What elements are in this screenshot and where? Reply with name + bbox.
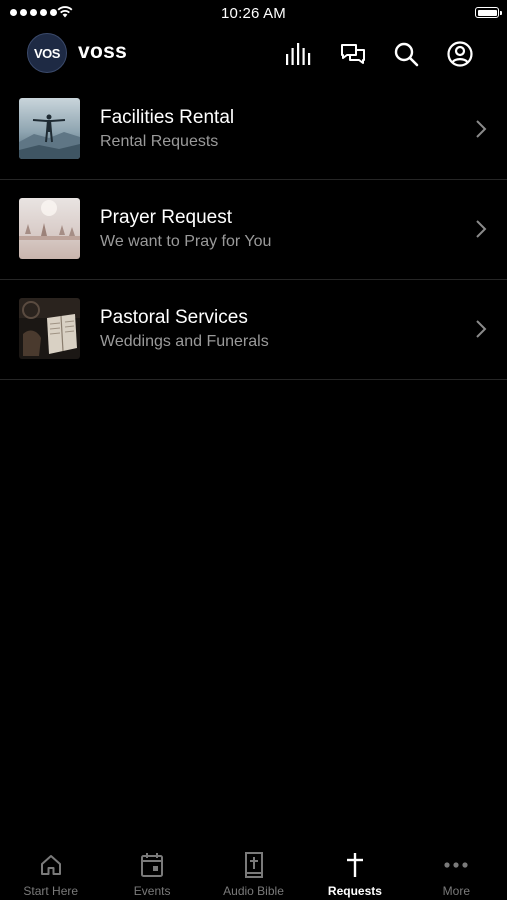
list-item-facilities-rental[interactable]: Facilities Rental Rental Requests bbox=[0, 80, 507, 180]
pastoral-services-thumbnail bbox=[19, 298, 80, 359]
status-time: 10:26 AM bbox=[221, 5, 286, 22]
church-logo[interactable]: VOS bbox=[27, 33, 67, 73]
bottom-tab-bar: Start Here Events Audio Bible Requests M… bbox=[0, 840, 507, 900]
status-bar: 10:26 AM bbox=[0, 0, 507, 28]
requests-list: Facilities Rental Rental Requests Prayer… bbox=[0, 80, 507, 380]
facilities-rental-thumbnail bbox=[19, 98, 80, 159]
search-icon[interactable] bbox=[393, 40, 421, 68]
cross-icon bbox=[345, 852, 365, 878]
calendar-icon bbox=[140, 852, 164, 878]
more-dots-icon bbox=[443, 852, 469, 878]
app-screen: 10:26 AM VOS voss Facilities Rental Rent… bbox=[0, 0, 507, 900]
tab-label: Events bbox=[133, 884, 171, 898]
list-item-title: Pastoral Services bbox=[100, 307, 248, 328]
list-item-prayer-request[interactable]: Prayer Request We want to Pray for You bbox=[0, 180, 507, 280]
chevron-right-icon bbox=[476, 120, 487, 138]
prayer-request-thumbnail bbox=[19, 198, 80, 259]
tab-more[interactable]: More bbox=[406, 840, 507, 900]
home-icon bbox=[39, 852, 63, 878]
tab-label: More bbox=[442, 884, 470, 898]
list-item-subtitle: We want to Pray for You bbox=[100, 233, 272, 250]
list-item-title: Facilities Rental bbox=[100, 107, 235, 128]
list-item-title: Prayer Request bbox=[100, 207, 233, 228]
chat-bubbles-icon[interactable] bbox=[339, 40, 367, 68]
tab-label: Start Here bbox=[23, 884, 79, 898]
tab-events[interactable]: Events bbox=[101, 840, 202, 900]
tab-start-here[interactable]: Start Here bbox=[0, 840, 101, 900]
list-item-subtitle: Rental Requests bbox=[100, 133, 219, 150]
app-header: VOS voss bbox=[0, 28, 507, 80]
app-brand-name: voss bbox=[78, 40, 128, 63]
bible-icon bbox=[243, 852, 265, 878]
battery-icon bbox=[475, 7, 502, 18]
list-item-pastoral-services[interactable]: Pastoral Services Weddings and Funerals bbox=[0, 280, 507, 380]
audio-bars-icon[interactable] bbox=[285, 40, 313, 68]
tab-requests[interactable]: Requests bbox=[304, 840, 405, 900]
list-item-subtitle: Weddings and Funerals bbox=[100, 333, 269, 350]
chevron-right-icon bbox=[476, 220, 487, 238]
tab-label: Audio Bible bbox=[223, 884, 284, 898]
profile-icon[interactable] bbox=[446, 40, 474, 68]
tab-label: Requests bbox=[327, 884, 382, 898]
chevron-right-icon bbox=[476, 320, 487, 338]
tab-audio-bible[interactable]: Audio Bible bbox=[203, 840, 304, 900]
